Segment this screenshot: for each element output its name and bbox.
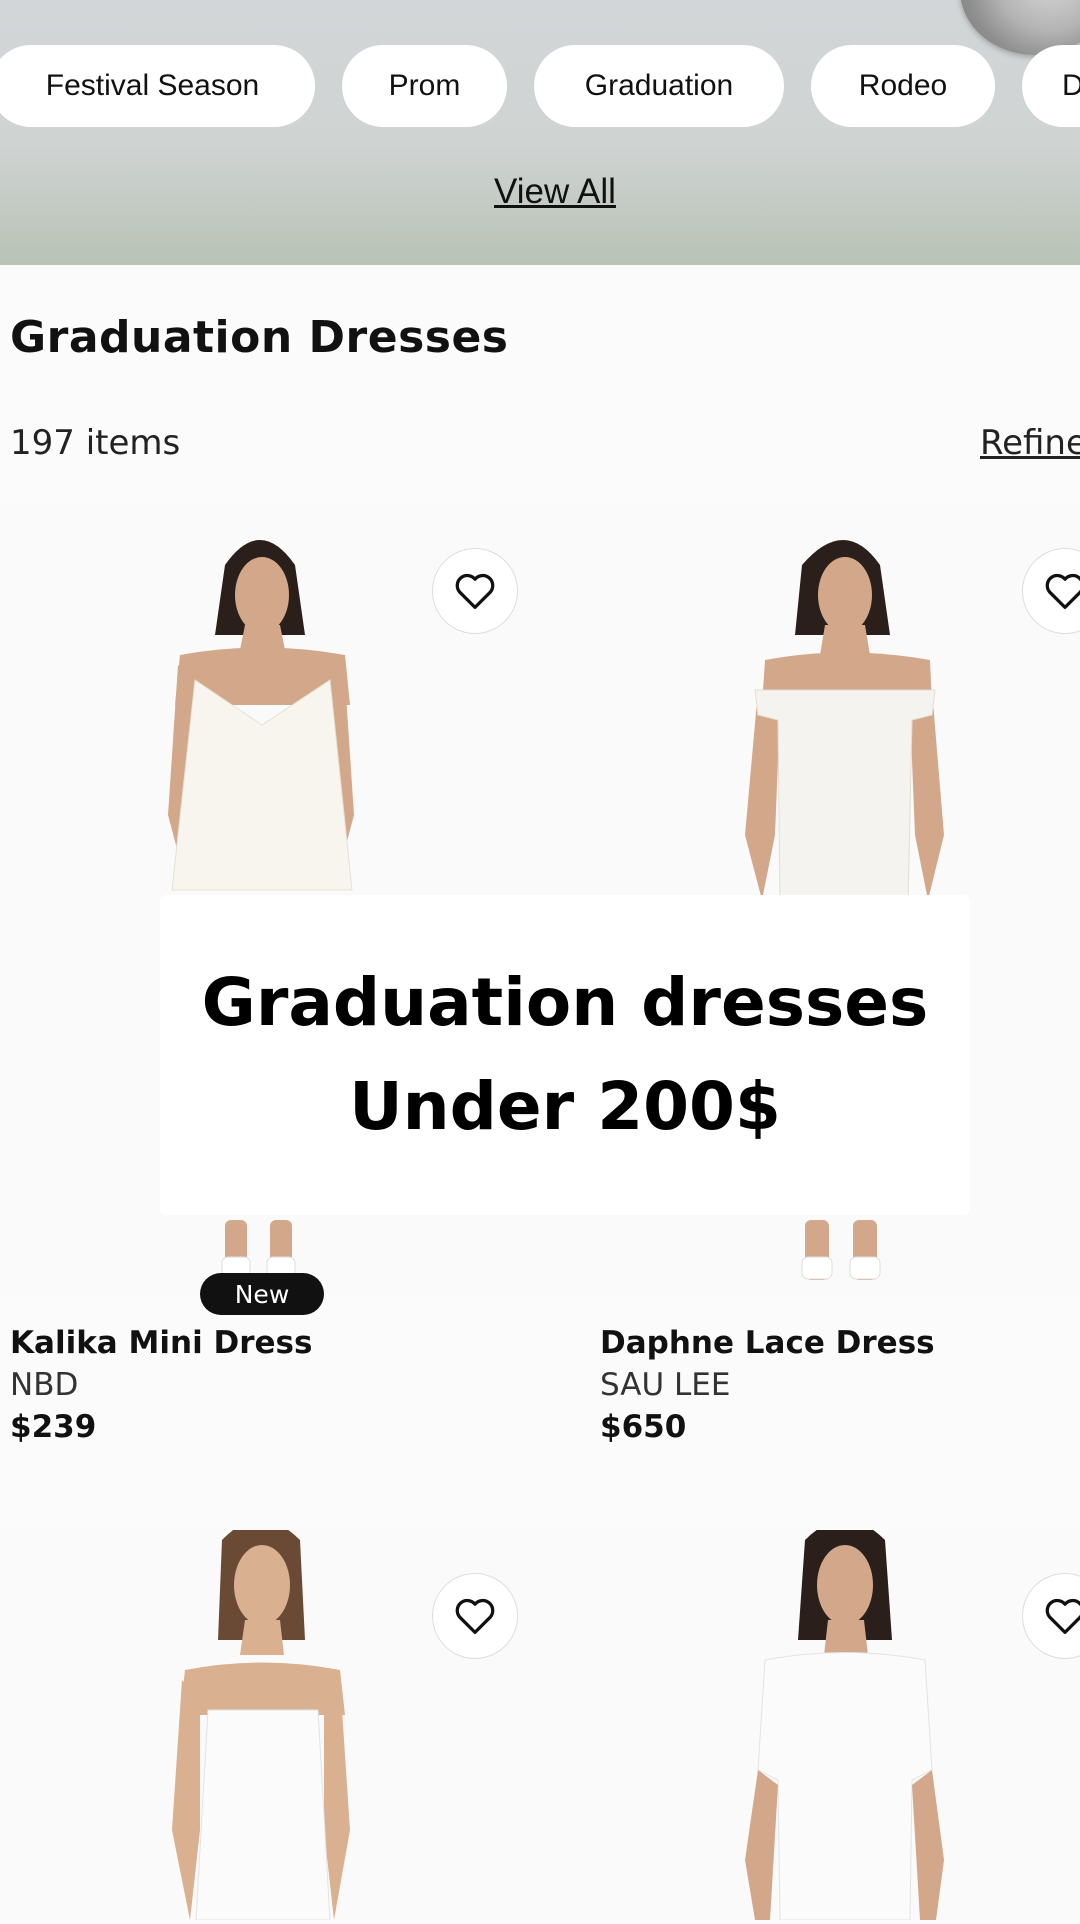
heart-icon (455, 573, 495, 609)
favorite-button[interactable] (432, 1573, 518, 1659)
category-chips: Festival Season Prom Graduation Rodeo D (0, 45, 1080, 127)
product-name[interactable]: Daphne Lace Dress (600, 1325, 935, 1361)
product-brand: NBD (10, 1367, 79, 1403)
product-card[interactable] (0, 1520, 560, 1921)
product-price: $650 (600, 1409, 687, 1445)
chip-next[interactable]: D (1022, 45, 1080, 127)
product-price: $239 (10, 1409, 97, 1445)
heart-icon (455, 1598, 495, 1634)
caption-overlay: Graduation dresses Under 200$ (160, 895, 970, 1215)
category-banner: Festival Season Prom Graduation Rodeo D … (0, 0, 1080, 265)
favorite-button[interactable] (432, 548, 518, 634)
heart-icon (1045, 1598, 1080, 1634)
chip-festival-season[interactable]: Festival Season (0, 45, 315, 127)
heart-icon (1045, 573, 1080, 609)
new-badge: New (200, 1273, 324, 1315)
product-info: Kalika Mini Dress NBD $239 (10, 1325, 312, 1445)
chip-rodeo[interactable]: Rodeo (811, 45, 995, 127)
chip-prom[interactable]: Prom (342, 45, 507, 127)
caption-line-1: Graduation dresses (201, 964, 929, 1041)
refine-link[interactable]: Refine (980, 423, 1080, 463)
caption-line-2: Under 200$ (349, 1068, 781, 1145)
product-name[interactable]: Kalika Mini Dress (10, 1325, 312, 1361)
product-image[interactable] (540, 1520, 1080, 1921)
product-brand: SAU LEE (600, 1367, 731, 1403)
item-count: 197 items (10, 423, 181, 463)
model-photo (745, 1520, 944, 1921)
view-all-link[interactable]: View All (0, 172, 1080, 212)
product-card[interactable] (540, 1520, 1080, 1921)
chip-graduation[interactable]: Graduation (534, 45, 784, 127)
product-info: Daphne Lace Dress SAU LEE $650 (600, 1325, 935, 1445)
page-title: Graduation Dresses (10, 312, 509, 363)
